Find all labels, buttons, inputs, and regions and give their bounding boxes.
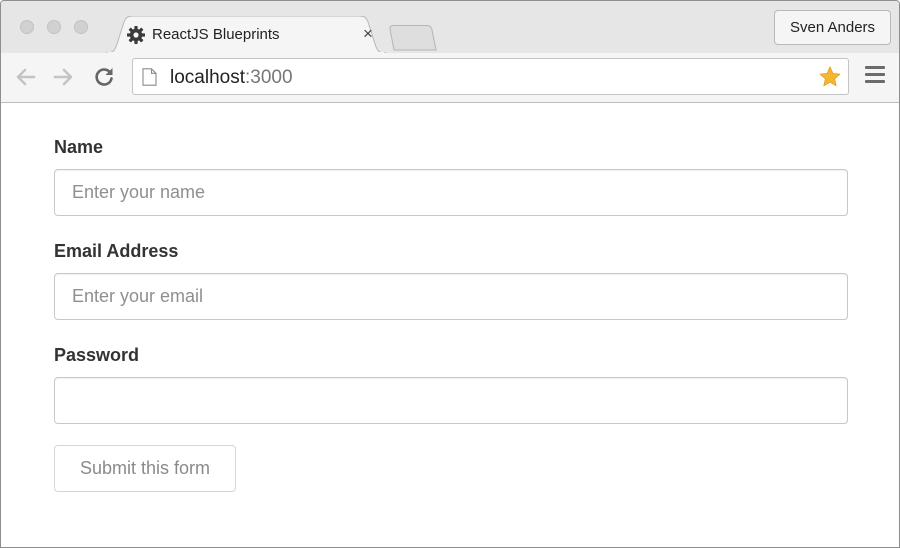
- address-bar[interactable]: localhost:3000: [132, 58, 849, 95]
- close-window-button[interactable]: [20, 20, 34, 34]
- browser-window: ReactJS Blueprints × Sven Anders localho…: [0, 0, 900, 548]
- password-input[interactable]: [54, 377, 848, 424]
- email-input[interactable]: [54, 273, 848, 320]
- name-label: Name: [54, 137, 104, 157]
- page-icon: [142, 68, 157, 86]
- url-host: localhost: [170, 67, 245, 88]
- tab-reactjs-blueprints[interactable]: ReactJS Blueprints ×: [106, 16, 386, 53]
- bookmark-star-icon[interactable]: [818, 65, 842, 89]
- password-label: Password: [54, 345, 140, 365]
- email-label: Email Address: [54, 241, 179, 261]
- title-bar: ReactJS Blueprints × Sven Anders: [1, 1, 899, 53]
- browser-toolbar: localhost:3000: [1, 53, 899, 103]
- page-content: Name Email Address Password Submit this …: [1, 103, 899, 547]
- profile-button[interactable]: Sven Anders: [774, 10, 891, 45]
- url-port: :3000: [245, 67, 293, 88]
- minimize-window-button[interactable]: [47, 20, 61, 34]
- menu-icon[interactable]: [864, 66, 886, 88]
- reload-icon[interactable]: [91, 64, 117, 90]
- tab-title: ReactJS Blueprints: [152, 26, 280, 43]
- forward-arrow-icon[interactable]: [50, 64, 76, 90]
- submit-button[interactable]: Submit this form: [54, 445, 236, 492]
- url-text: localhost:3000: [170, 67, 293, 89]
- name-input[interactable]: [54, 169, 848, 216]
- profile-name: Sven Anders: [789, 19, 876, 36]
- gear-icon: [127, 26, 145, 44]
- zoom-window-button[interactable]: [74, 20, 88, 34]
- back-arrow-icon[interactable]: [13, 64, 39, 90]
- tab-close-icon[interactable]: ×: [360, 24, 376, 44]
- new-tab-button[interactable]: [389, 25, 439, 51]
